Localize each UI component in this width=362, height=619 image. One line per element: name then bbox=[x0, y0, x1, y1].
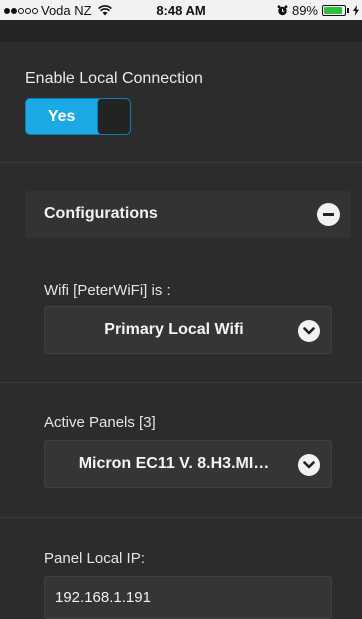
field-divider bbox=[0, 517, 362, 518]
battery-icon bbox=[322, 5, 349, 16]
battery-fill bbox=[324, 7, 342, 14]
alarm-icon bbox=[277, 5, 288, 16]
chevron-down-icon bbox=[298, 454, 320, 476]
wifi-label: Wifi [PeterWiFi] is : bbox=[44, 282, 171, 299]
section-divider bbox=[0, 162, 362, 163]
active-panels-select-value: Micron EC11 V. 8.H3.MI… bbox=[78, 455, 270, 472]
status-bar: Voda NZ 8:48 AM 89% bbox=[0, 0, 362, 20]
chevron-down-icon bbox=[298, 320, 320, 342]
enable-local-connection-toggle[interactable]: Yes bbox=[25, 98, 131, 135]
battery-percent: 89% bbox=[291, 3, 318, 18]
toggle-knob[interactable] bbox=[97, 99, 130, 134]
enable-local-connection-label: Enable Local Connection bbox=[25, 70, 203, 87]
panel-local-ip-input[interactable] bbox=[44, 576, 332, 619]
top-band bbox=[0, 20, 362, 42]
configurations-header[interactable]: Configurations bbox=[25, 191, 351, 238]
status-right: 89% bbox=[277, 3, 359, 18]
toggle-on-label: Yes bbox=[26, 99, 98, 134]
settings-screen: Enable Local Connection Yes Configuratio… bbox=[0, 42, 362, 619]
active-panels-select[interactable]: Micron EC11 V. 8.H3.MI… bbox=[44, 440, 332, 488]
configurations-title: Configurations bbox=[44, 205, 158, 222]
active-panels-label: Active Panels [3] bbox=[44, 414, 156, 431]
minus-circle-icon[interactable] bbox=[317, 203, 340, 226]
panel-local-ip-label: Panel Local IP: bbox=[44, 550, 145, 567]
wifi-select[interactable]: Primary Local Wifi bbox=[44, 306, 332, 354]
field-divider bbox=[0, 382, 362, 383]
charging-icon bbox=[353, 5, 359, 16]
wifi-select-value: Primary Local Wifi bbox=[104, 321, 244, 338]
